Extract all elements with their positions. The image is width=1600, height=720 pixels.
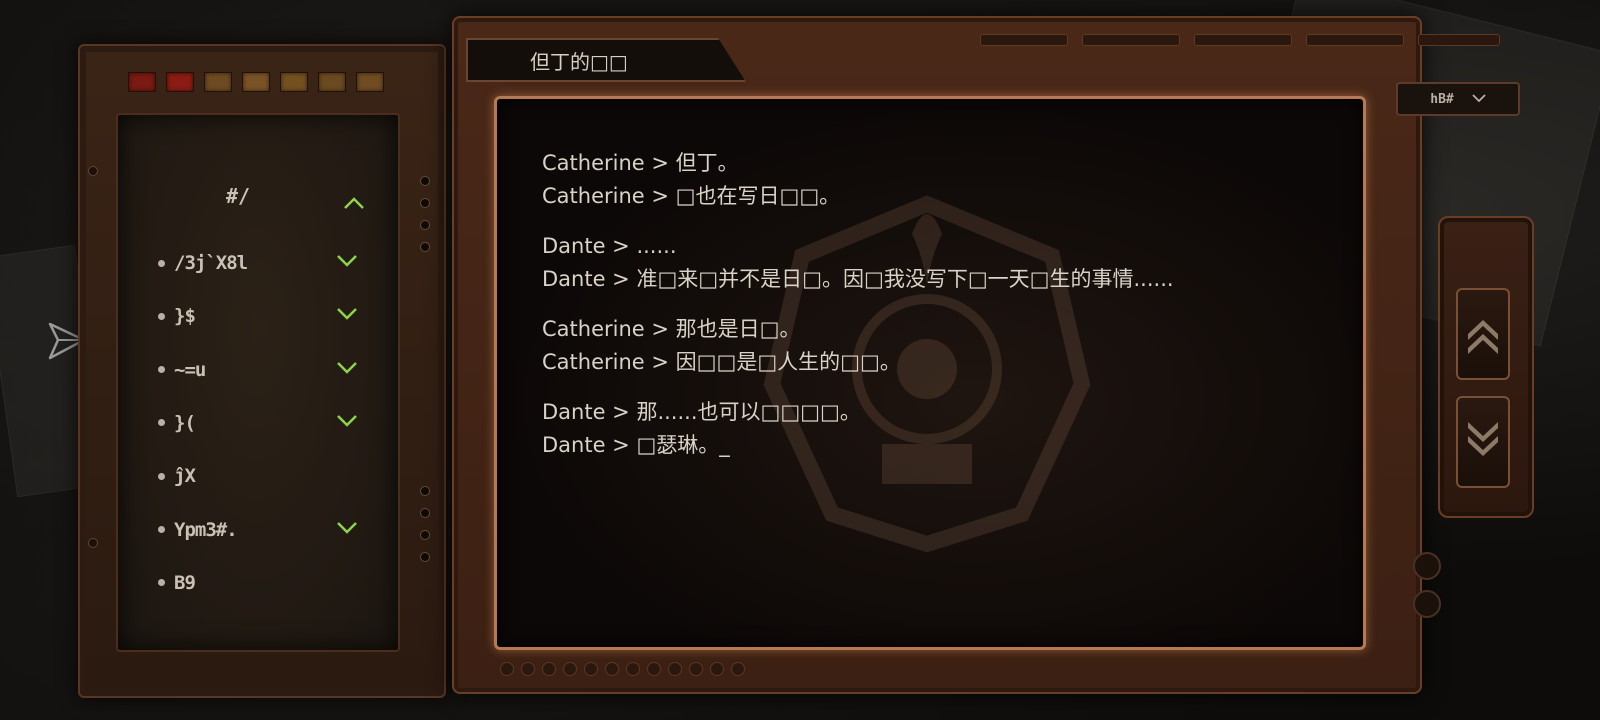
indicator-lights	[128, 72, 384, 92]
menu-item[interactable]: }(	[158, 409, 368, 437]
menu-item-label: /3j`X8l	[174, 252, 248, 274]
rivet	[88, 166, 98, 176]
chevron-up-icon[interactable]	[343, 196, 365, 210]
gear-icon	[1413, 552, 1441, 580]
dialogue-line: Dante > ......	[542, 234, 677, 258]
side-dots	[420, 486, 430, 562]
menu-item-label: ĵX	[174, 465, 196, 488]
menu-item-label: ~=u	[174, 358, 206, 381]
dialogue-log: Catherine > 但丁。 Catherine > □也在写日□□。 Dante…	[542, 147, 1174, 462]
rivet	[88, 538, 98, 548]
chevron-down-icon	[1472, 92, 1486, 107]
menu-header: #/	[226, 184, 251, 208]
indicator-light	[166, 72, 194, 92]
gear-icon	[1413, 590, 1441, 618]
bullet-icon	[158, 312, 165, 320]
language-dropdown[interactable]: hB#	[1396, 82, 1520, 116]
menu-item-label: }(	[174, 411, 196, 434]
dialogue-line: Dante > 准□来□并不是日□。因□我没写下□一天□生的事情......	[542, 267, 1174, 291]
dialogue-line: Dante > 那......也可以□□□□。	[542, 400, 861, 424]
menu-item[interactable]: }$	[158, 302, 368, 330]
dialogue-gap	[542, 296, 1174, 313]
side-dots	[420, 176, 430, 252]
bullet-icon	[158, 526, 165, 533]
bottom-dots	[500, 662, 745, 676]
dropdown-value: hB#	[1430, 91, 1454, 107]
dialogue-screen: Catherine > 但丁。 Catherine > □也在写日□□。 Dante…	[494, 96, 1366, 650]
dialogue-line: Dante > □瑟琳。_	[542, 433, 730, 457]
bullet-icon	[158, 579, 165, 587]
bullet-icon	[158, 366, 165, 374]
menu-item[interactable]: ~=u	[158, 356, 368, 384]
bullet-icon	[158, 419, 165, 427]
dialogue-line: Catherine > □也在写日□□。	[542, 184, 841, 208]
chevron-down-icon[interactable]	[336, 254, 358, 268]
bullet-icon	[158, 259, 165, 267]
chevron-down-icon[interactable]	[336, 361, 358, 375]
menu-item[interactable]: Ypm3#.	[158, 516, 368, 544]
top-strips	[980, 34, 1500, 46]
double-chevron-up-icon	[1468, 320, 1498, 354]
menu-item[interactable]: ĵX	[158, 462, 368, 490]
chevron-down-icon[interactable]	[336, 414, 358, 428]
menu-item[interactable]: B9	[158, 569, 368, 597]
indicator-light	[128, 72, 156, 92]
menu-item[interactable]: /3j`X8l	[158, 249, 368, 277]
indicator-light	[318, 72, 346, 92]
panel-title: 但丁的□□	[530, 50, 628, 74]
indicator-light	[204, 72, 232, 92]
double-chevron-down-icon	[1468, 422, 1498, 456]
bullet-icon	[158, 472, 165, 480]
dialogue-line: Catherine > 那也是日□。	[542, 317, 801, 341]
indicator-light	[242, 72, 270, 92]
dialogue-gap	[542, 213, 1174, 230]
chevron-down-icon[interactable]	[336, 521, 358, 535]
indicator-light	[356, 72, 384, 92]
dialogue-line: Catherine > 但丁。	[542, 151, 739, 175]
dialogue-line: Catherine > 因□□是□人生的□□。	[542, 350, 901, 374]
menu-item-label: Ypm3#.	[174, 518, 238, 541]
chevron-down-icon[interactable]	[336, 307, 358, 321]
menu-item-label: B9	[174, 571, 196, 594]
scroll-down-button[interactable]	[1456, 396, 1510, 488]
menu-item-label: }$	[174, 305, 196, 328]
indicator-light	[280, 72, 308, 92]
dialogue-gap	[542, 379, 1174, 396]
scroll-up-button[interactable]	[1456, 288, 1510, 380]
